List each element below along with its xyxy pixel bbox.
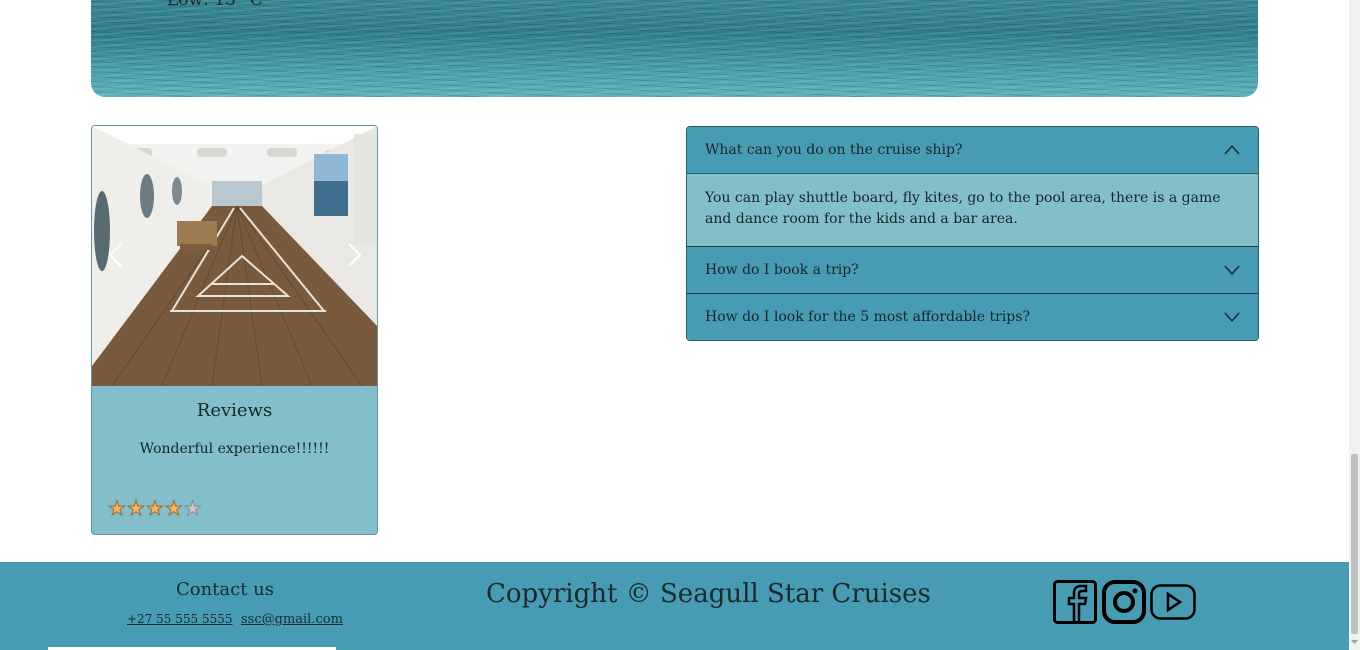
faq-question: How do I book a trip? (705, 262, 859, 278)
email-link[interactable]: ssc@gmail.com (241, 612, 343, 627)
chevron-right-icon (348, 243, 362, 267)
review-card: Reviews Wonderful experience!!!!!! ★ ★ ★ ★ ★ (91, 125, 378, 535)
star-filled-icon: ★ (108, 496, 127, 520)
faq-item: What can you do on the cruise ship? You … (687, 127, 1258, 247)
site-footer: Contact us +27 55 555 5555 ssc@gmail.com… (0, 562, 1349, 650)
ship-deck-photo (92, 126, 377, 386)
weather-low-temp: Low: 13 °C (167, 0, 263, 10)
faq-item: How do I look for the 5 most affordable … (687, 294, 1258, 340)
star-filled-icon: ★ (145, 496, 164, 520)
contact-heading: Contact us (175, 579, 275, 600)
page-scrollbar[interactable] (1349, 0, 1360, 650)
faq-question: What can you do on the cruise ship? (705, 142, 963, 158)
star-filled-icon: ★ (126, 496, 145, 520)
youtube-icon[interactable] (1150, 584, 1196, 620)
carousel-prev-button[interactable] (104, 241, 128, 269)
facebook-icon[interactable] (1053, 580, 1097, 624)
image-carousel[interactable] (92, 126, 377, 386)
faq-question-button[interactable]: How do I look for the 5 most affordable … (687, 294, 1258, 340)
phone-link[interactable]: +27 55 555 5555 (127, 612, 232, 626)
faq-question-button[interactable]: How do I book a trip? (687, 247, 1258, 293)
chevron-down-icon (1224, 312, 1240, 323)
review-text: Wonderful experience!!!!!! (139, 441, 330, 457)
star-filled-icon: ★ (164, 496, 183, 520)
faq-accordion: What can you do on the cruise ship? You … (686, 126, 1259, 341)
copyright-text: Copyright © Seagull Star Cruises (486, 579, 931, 609)
faq-question-button[interactable]: What can you do on the cruise ship? (687, 127, 1258, 173)
faq-item: How do I book a trip? (687, 247, 1258, 294)
scroll-down-icon[interactable] (1350, 637, 1359, 647)
instagram-icon[interactable] (1102, 580, 1146, 624)
chevron-down-icon (1224, 265, 1240, 276)
star-empty-icon: ★ (183, 496, 202, 520)
chevron-left-icon (108, 243, 122, 267)
chevron-up-icon (1224, 144, 1240, 155)
faq-question: How do I look for the 5 most affordable … (705, 309, 1030, 325)
star-rating: ★ ★ ★ ★ ★ (108, 496, 203, 520)
faq-answer: You can play shuttle board, fly kites, g… (687, 173, 1258, 246)
scrollbar-thumb[interactable] (1351, 454, 1358, 634)
carousel-next-button[interactable] (342, 241, 366, 269)
card-title: Reviews (196, 400, 273, 421)
weather-banner: Low: 13 °C (91, 0, 1258, 97)
